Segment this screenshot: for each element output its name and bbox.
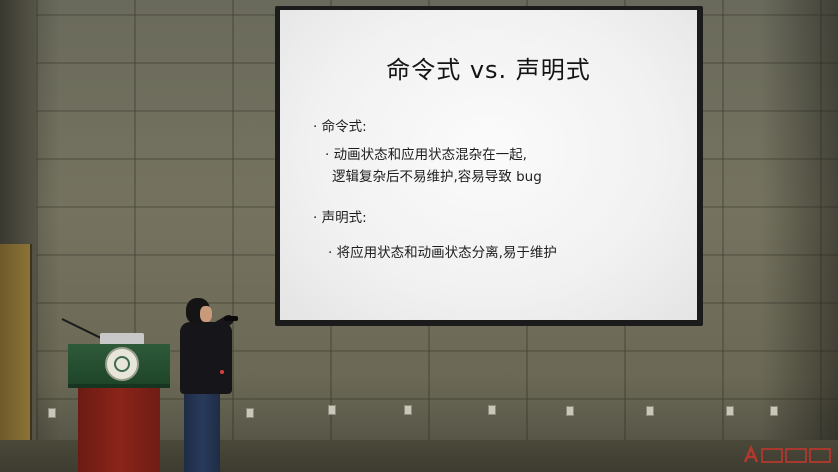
- wall-outlet: [770, 406, 778, 416]
- wall-outlet: [246, 408, 254, 418]
- bullet-declarative-heading: · 声明式:: [313, 210, 367, 226]
- speaker-torso: [180, 322, 232, 394]
- speaker-face: [200, 306, 212, 322]
- wooden-door: [0, 244, 32, 472]
- wall-outlet: [488, 405, 496, 415]
- wall-outlet: [566, 406, 574, 416]
- wall-outlet: [726, 406, 734, 416]
- university-emblem-icon: [105, 347, 139, 381]
- wall-outlet: [48, 408, 56, 418]
- projection-screen: 命令式 vs. 声明式 · 命令式: · 动画状态和应用状态混杂在一起, 逻辑复…: [280, 10, 697, 320]
- wall-outlet: [328, 405, 336, 415]
- wall-outlet: [646, 406, 654, 416]
- speaker-legs: [184, 390, 220, 472]
- slide-title: 命令式 vs. 声明式: [386, 56, 591, 84]
- wall-outlet: [404, 405, 412, 415]
- bullet-imperative-line-1: · 动画状态和应用状态混杂在一起,: [325, 147, 527, 163]
- bullet-imperative-heading: · 命令式:: [313, 119, 367, 135]
- bullet-declarative-line-1: · 将应用状态和动画状态分离,易于维护: [328, 245, 557, 261]
- lectern-body: [78, 388, 160, 472]
- logo-watermark-icon: [743, 444, 831, 463]
- handheld-microphone: [224, 316, 238, 321]
- bullet-imperative-line-2: 逻辑复杂后不易维护,容易导致 bug: [332, 169, 542, 185]
- laser-pointer-light: [220, 370, 224, 374]
